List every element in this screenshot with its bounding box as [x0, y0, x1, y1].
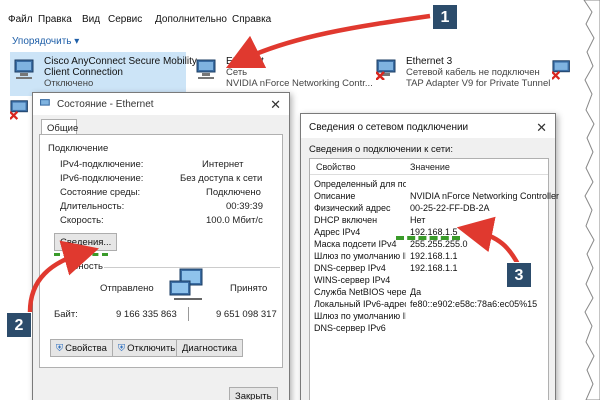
column-header-value[interactable]: Значение: [410, 162, 450, 172]
property-cell: Адрес IPv4: [314, 227, 361, 237]
menu-help[interactable]: Справка: [232, 14, 271, 25]
adapter-ethernet[interactable]: Ethernet Сеть NVIDIA nForce Networking C…: [192, 52, 373, 96]
ipv6-value: Без доступа к сети: [180, 173, 263, 184]
menu-view[interactable]: Вид: [82, 14, 100, 25]
menu-file[interactable]: Файл: [8, 14, 33, 25]
adapter-name-2: Client Connection: [44, 67, 123, 78]
properties-button[interactable]: ⛨ Свойства: [50, 339, 113, 357]
status-dialog-titlebar: Состояние - Ethernet ✕: [33, 93, 289, 115]
network-adapter-disconnected-icon[interactable]: [552, 58, 574, 80]
adapter-device: TAP Adapter V9 for Private Tunnel: [406, 78, 551, 89]
adapter-name: Ethernet 3: [406, 56, 453, 67]
value-cell: 192.168.1.1: [410, 263, 458, 273]
property-cell: DNS-сервер IPv4: [314, 263, 386, 273]
speed-value: 100.0 Мбит/с: [206, 215, 263, 226]
torn-edge: [572, 0, 600, 400]
adapter-status: Отключено: [44, 78, 94, 89]
property-cell: DNS-сервер IPv6: [314, 323, 386, 333]
property-cell: Шлюз по умолчанию IP...: [314, 251, 406, 261]
media-state-label: Состояние среды:: [60, 187, 141, 198]
status-panel: Подключение IPv4-подключение: Интернет I…: [39, 134, 283, 368]
duration-value: 00:39:39: [226, 201, 263, 212]
status-dialog-title: Состояние - Ethernet: [57, 99, 154, 110]
received-label: Принято: [230, 283, 268, 294]
ipv4-label: IPv4-подключение:: [60, 159, 144, 170]
adapter-name: Ethernet: [226, 56, 264, 67]
menu-advanced[interactable]: Дополнительно: [155, 14, 227, 25]
details-dialog-title: Сведения о сетевом подключении: [309, 122, 469, 133]
adapter-status: Сеть: [226, 67, 248, 78]
close-button[interactable]: Закрыть: [229, 387, 278, 400]
callout-badge-2: 2: [6, 312, 32, 338]
ipv6-label: IPv6-подключение:: [60, 173, 144, 184]
disable-label: Отключить: [127, 343, 176, 354]
property-cell: Шлюз по умолчанию IP...: [314, 311, 406, 321]
list-header: Свойство Значение: [310, 159, 548, 175]
speed-label: Скорость:: [60, 215, 104, 226]
status-dialog: Состояние - Ethernet ✕ Общие Подключение…: [32, 92, 290, 400]
network-adapter-icon: [14, 59, 34, 79]
callout-badge-3: 3: [506, 262, 532, 288]
value-cell: NVIDIA nForce Networking Controller: [410, 191, 560, 201]
section-connection: Подключение: [48, 143, 109, 154]
menu-edit[interactable]: Правка: [38, 14, 72, 25]
adapter-ethernet-3[interactable]: Ethernet 3 Сетевой кабель не подключен T…: [372, 52, 552, 96]
adapter-status: Сетевой кабель не подключен: [406, 67, 540, 78]
adapter-device: NVIDIA nForce Networking Contr...: [226, 78, 373, 89]
close-icon[interactable]: ✕: [270, 97, 281, 113]
screenshot-stage: Файл Правка Вид Сервис Дополнительно Спр…: [0, 0, 600, 400]
value-cell: fe80::e902:e58c:78a6:ec05%15: [410, 299, 538, 309]
details-subtitle: Сведения о подключении к сети:: [309, 144, 453, 155]
divider: [188, 307, 189, 321]
value-cell: 255.255.255.0: [410, 239, 468, 249]
media-state-value: Подключено: [206, 187, 261, 198]
property-cell: Определенный для по...: [314, 179, 406, 189]
network-activity-icon: [169, 268, 203, 300]
bytes-sent: 9 166 335 863: [116, 309, 177, 320]
callout-badge-1: 1: [432, 4, 458, 30]
shield-icon: ⛨: [118, 343, 126, 354]
ipv4-value: Интернет: [202, 159, 244, 170]
menu-tools[interactable]: Сервис: [108, 14, 142, 25]
property-cell: Описание: [314, 191, 356, 201]
section-activity: ивность: [68, 261, 103, 272]
network-icon: [40, 99, 50, 106]
duration-label: Длительность:: [60, 201, 125, 212]
property-cell: DHCP включен: [314, 215, 378, 225]
command-bar: Упорядочить ▾: [0, 34, 600, 50]
property-cell: Локальный IPv6-адрес...: [314, 299, 406, 309]
menu-bar: Файл Правка Вид Сервис Дополнительно Спр…: [0, 0, 600, 34]
adapter-name: Cisco AnyConnect Secure Mobility: [44, 56, 197, 67]
organize-button[interactable]: Упорядочить ▾: [12, 36, 79, 47]
details-dialog: Сведения о сетевом подключении ✕ Сведени…: [300, 113, 560, 400]
property-cell: Физический адрес: [314, 203, 391, 213]
value-cell: Да: [410, 287, 422, 297]
bytes-received: 9 651 098 317: [216, 309, 277, 320]
tab-general[interactable]: Общие: [41, 119, 78, 135]
highlight-underline: [54, 253, 108, 256]
disable-button[interactable]: ⛨ Отключить: [112, 339, 182, 357]
property-cell: WINS-сервер IPv4: [314, 275, 391, 285]
network-adapter-disconnected-icon: [376, 59, 396, 80]
network-adapter-disconnected-icon[interactable]: [10, 98, 32, 120]
diagnostics-button[interactable]: Диагностика: [176, 339, 244, 357]
sent-label: Отправлено: [100, 283, 154, 294]
property-cell: Служба NetBIOS через...: [314, 287, 406, 297]
shield-icon: ⛨: [56, 343, 64, 354]
column-header-property[interactable]: Свойство: [316, 162, 356, 172]
network-adapter-icon: [196, 59, 216, 79]
value-cell: 00-25-22-FF-DB-2A: [410, 203, 490, 213]
ipv4-highlight: [396, 236, 460, 240]
property-cell: Маска подсети IPv4: [314, 239, 397, 249]
properties-label: Свойства: [65, 343, 107, 354]
adapter-cisco[interactable]: Cisco AnyConnect Secure Mobility Client …: [10, 52, 197, 96]
value-cell: 192.168.1.1: [410, 251, 458, 261]
close-icon[interactable]: ✕: [536, 120, 547, 136]
bytes-label: Байт:: [54, 309, 78, 320]
details-dialog-titlebar: Сведения о сетевом подключении ✕: [301, 114, 555, 138]
details-button[interactable]: Сведения...: [54, 233, 118, 251]
value-cell: Нет: [410, 215, 426, 225]
